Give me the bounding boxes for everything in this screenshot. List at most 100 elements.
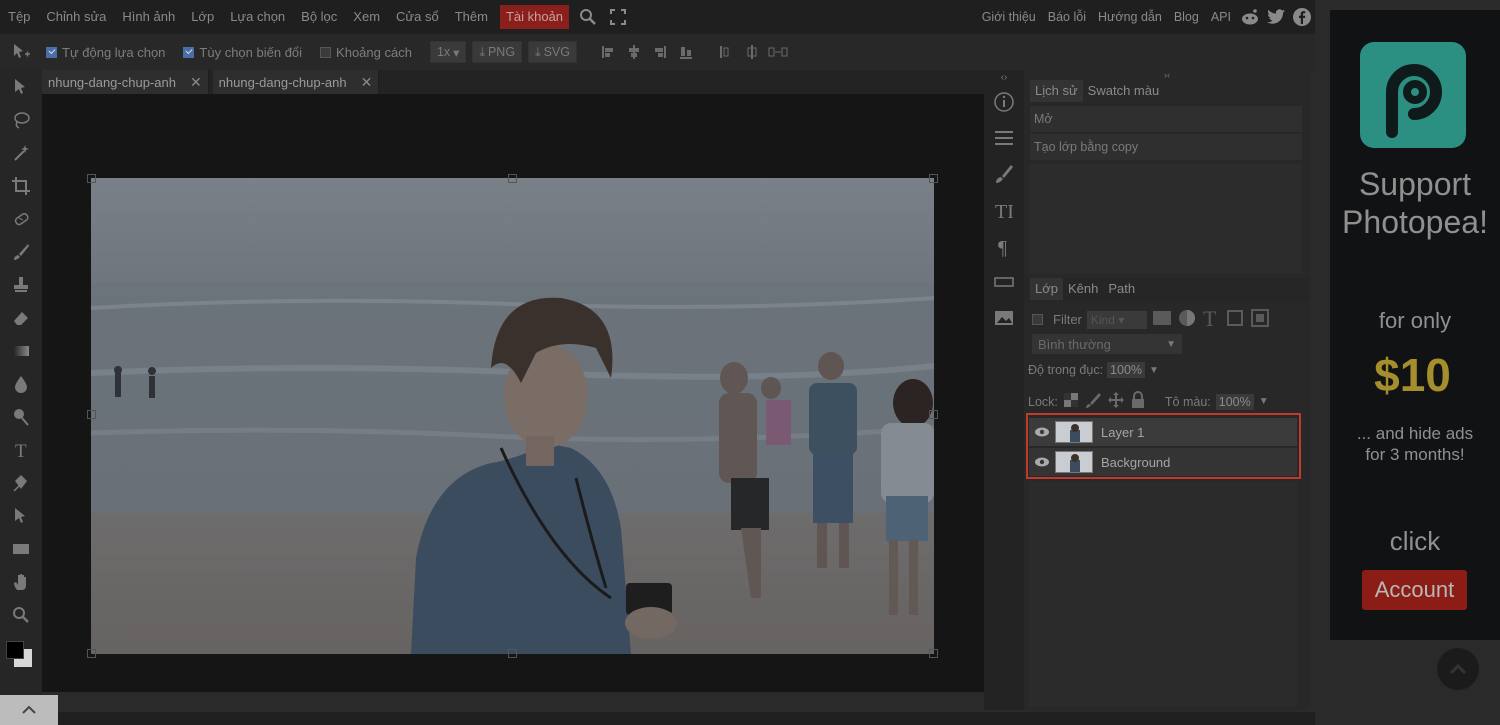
text-filter-icon[interactable]: T bbox=[1202, 306, 1220, 331]
image-filter-icon[interactable] bbox=[1152, 309, 1172, 330]
menu-view[interactable]: Xem bbox=[345, 0, 388, 34]
search-icon[interactable] bbox=[573, 0, 603, 34]
foreground-color-swatch[interactable] bbox=[6, 641, 24, 659]
transform-handle[interactable] bbox=[87, 649, 96, 658]
reddit-icon[interactable] bbox=[1237, 0, 1263, 34]
menu-more[interactable]: Thêm bbox=[447, 0, 496, 34]
tab-swatches[interactable]: Swatch màu bbox=[1083, 80, 1165, 102]
lock-transparency-icon[interactable] bbox=[1063, 392, 1079, 411]
distribute-center-icon[interactable] bbox=[741, 41, 763, 63]
dodge-tool-icon[interactable] bbox=[0, 400, 42, 433]
chevron-down-icon[interactable]: ▼ bbox=[1149, 365, 1159, 376]
lock-position-icon[interactable] bbox=[1107, 391, 1125, 412]
export-png-button[interactable]: ⤓ PNG bbox=[472, 41, 523, 63]
menu-image[interactable]: Hình ảnh bbox=[114, 0, 183, 34]
filter-checkbox[interactable] bbox=[1032, 314, 1043, 325]
transform-handle[interactable] bbox=[508, 174, 517, 183]
document-tab[interactable]: nhung-dang-chup-anh ✕ bbox=[212, 70, 380, 94]
chevron-down-icon[interactable]: ▼ bbox=[1259, 396, 1269, 407]
smart-object-filter-icon[interactable] bbox=[1250, 308, 1270, 331]
export-svg-button[interactable]: ⤓ SVG bbox=[528, 41, 577, 63]
tab-paths[interactable]: Path bbox=[1103, 278, 1140, 300]
transform-controls-checkbox[interactable]: Tùy chọn biến đổi bbox=[183, 45, 302, 60]
menu-window[interactable]: Cửa sổ bbox=[388, 0, 447, 34]
scroll-to-top-button[interactable] bbox=[1437, 648, 1479, 690]
kind-select[interactable]: Kind ▾ bbox=[1086, 310, 1147, 329]
fullscreen-icon[interactable] bbox=[603, 0, 633, 34]
twitter-icon[interactable] bbox=[1263, 0, 1289, 34]
canvas-area[interactable] bbox=[42, 94, 984, 692]
character-icon[interactable]: TI bbox=[984, 192, 1024, 228]
menu-select[interactable]: Lựa chọn bbox=[222, 0, 293, 34]
tab-history[interactable]: Lịch sử bbox=[1030, 80, 1083, 102]
transform-handle[interactable] bbox=[87, 410, 96, 419]
ad-account-button[interactable]: Account bbox=[1362, 570, 1467, 610]
menu-tutorial[interactable]: Hướng dẫn bbox=[1092, 0, 1168, 34]
beach-photo[interactable] bbox=[91, 178, 934, 654]
color-swatches[interactable] bbox=[0, 631, 42, 671]
info-icon[interactable] bbox=[984, 84, 1024, 120]
menu-api[interactable]: API bbox=[1205, 0, 1237, 34]
clone-stamp-icon[interactable] bbox=[0, 268, 42, 301]
menu-report-bug[interactable]: Báo lỗi bbox=[1042, 0, 1092, 34]
menu-about[interactable]: Giới thiệu bbox=[976, 0, 1042, 34]
distribute-spacing-icon[interactable] bbox=[767, 41, 789, 63]
eye-icon[interactable] bbox=[1029, 456, 1055, 468]
brush-tool-icon[interactable] bbox=[0, 235, 42, 268]
blur-tool-icon[interactable] bbox=[0, 367, 42, 400]
fill-input[interactable]: 100% bbox=[1215, 393, 1254, 410]
transform-handle[interactable] bbox=[508, 649, 517, 658]
facebook-icon[interactable] bbox=[1289, 0, 1315, 34]
expand-panel-button[interactable] bbox=[0, 695, 58, 725]
menu-blog[interactable]: Blog bbox=[1168, 0, 1205, 34]
blend-mode-select[interactable]: Bình thường ▼ bbox=[1032, 334, 1182, 354]
lasso-tool-icon[interactable] bbox=[0, 103, 42, 136]
align-bottom-icon[interactable] bbox=[675, 41, 697, 63]
menu-layer[interactable]: Lớp bbox=[183, 0, 222, 34]
close-icon[interactable]: ✕ bbox=[361, 74, 373, 91]
opacity-input[interactable]: 100% bbox=[1107, 362, 1146, 378]
align-right-icon[interactable] bbox=[649, 41, 671, 63]
menu-edit[interactable]: Chỉnh sửa bbox=[38, 0, 114, 34]
eraser-tool-icon[interactable] bbox=[0, 301, 42, 334]
lock-all-icon[interactable] bbox=[1130, 391, 1146, 412]
auto-select-checkbox[interactable]: Tự động lựa chọn bbox=[46, 45, 165, 60]
transform-handle[interactable] bbox=[87, 174, 96, 183]
pen-tool-icon[interactable] bbox=[0, 466, 42, 499]
shape-filter-icon[interactable] bbox=[1225, 308, 1245, 331]
align-center-icon[interactable] bbox=[623, 41, 645, 63]
layer-row[interactable]: Layer 1 bbox=[1029, 418, 1297, 446]
type-tool-icon[interactable]: T bbox=[0, 433, 42, 466]
layer-row[interactable]: Background bbox=[1029, 448, 1297, 476]
healing-brush-icon[interactable] bbox=[0, 202, 42, 235]
path-select-icon[interactable] bbox=[0, 499, 42, 532]
paragraph-icon[interactable]: ¶ bbox=[984, 228, 1024, 264]
tab-layers[interactable]: Lớp bbox=[1030, 278, 1063, 300]
history-item[interactable]: Mở bbox=[1030, 106, 1302, 132]
collapse-arrows-icon[interactable]: ›‹ bbox=[1024, 70, 1310, 80]
crop-tool-icon[interactable] bbox=[0, 169, 42, 202]
lock-pixels-icon[interactable] bbox=[1084, 391, 1102, 412]
move-tool-icon[interactable] bbox=[10, 41, 32, 63]
adjustment-filter-icon[interactable] bbox=[1177, 308, 1197, 331]
tab-channels[interactable]: Kênh bbox=[1063, 278, 1103, 300]
rectangle-tool-icon[interactable] bbox=[0, 532, 42, 565]
transform-handle[interactable] bbox=[929, 649, 938, 658]
hand-tool-icon[interactable] bbox=[0, 565, 42, 598]
distance-checkbox[interactable]: Khoảng cách bbox=[320, 45, 412, 60]
transform-handle[interactable] bbox=[929, 410, 938, 419]
document-tab[interactable]: nhung-dang-chup-anh ✕ bbox=[42, 70, 209, 94]
move-tool-icon[interactable] bbox=[0, 70, 42, 103]
zoom-tool-icon[interactable] bbox=[0, 598, 42, 631]
distribute-left-icon[interactable] bbox=[715, 41, 737, 63]
brush-settings-icon[interactable] bbox=[984, 156, 1024, 192]
transform-handle[interactable] bbox=[929, 174, 938, 183]
gradient-tool-icon[interactable] bbox=[0, 334, 42, 367]
zoom-select[interactable]: 1x ▾ bbox=[429, 41, 467, 63]
eye-icon[interactable] bbox=[1029, 426, 1055, 438]
align-left-icon[interactable] bbox=[597, 41, 619, 63]
image-icon[interactable] bbox=[984, 300, 1024, 336]
history-item[interactable]: Tạo lớp bằng copy bbox=[1030, 134, 1302, 160]
menu-filter[interactable]: Bộ lọc bbox=[293, 0, 345, 34]
close-icon[interactable]: ✕ bbox=[190, 74, 202, 91]
